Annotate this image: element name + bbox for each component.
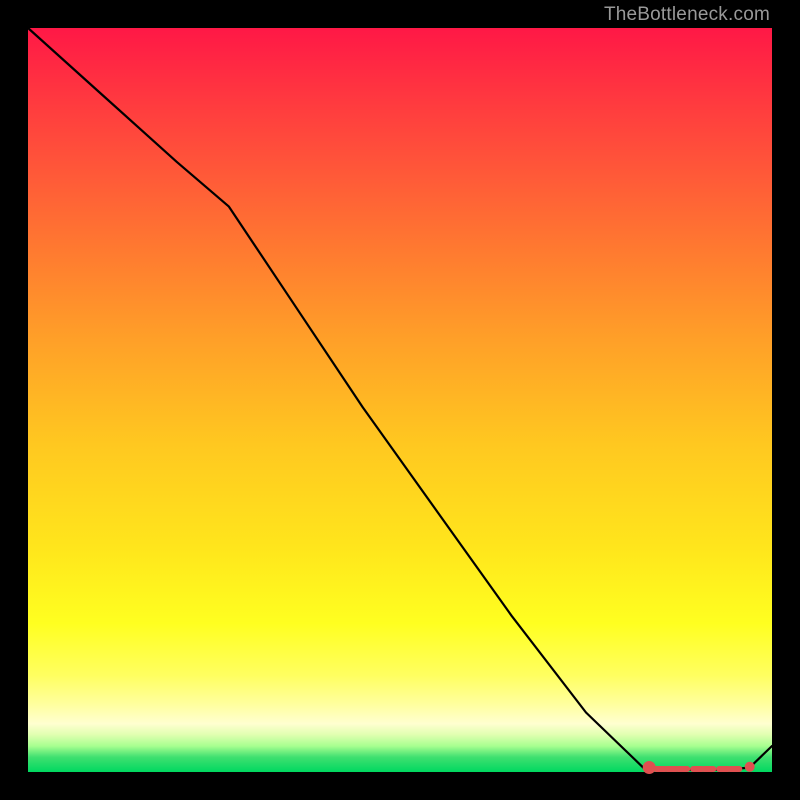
end-dot: [745, 762, 755, 772]
marker-group: [643, 761, 755, 774]
bottleneck-curve-path: [28, 28, 772, 770]
watermark-text: TheBottleneck.com: [604, 4, 770, 26]
chart-svg: [28, 28, 772, 772]
